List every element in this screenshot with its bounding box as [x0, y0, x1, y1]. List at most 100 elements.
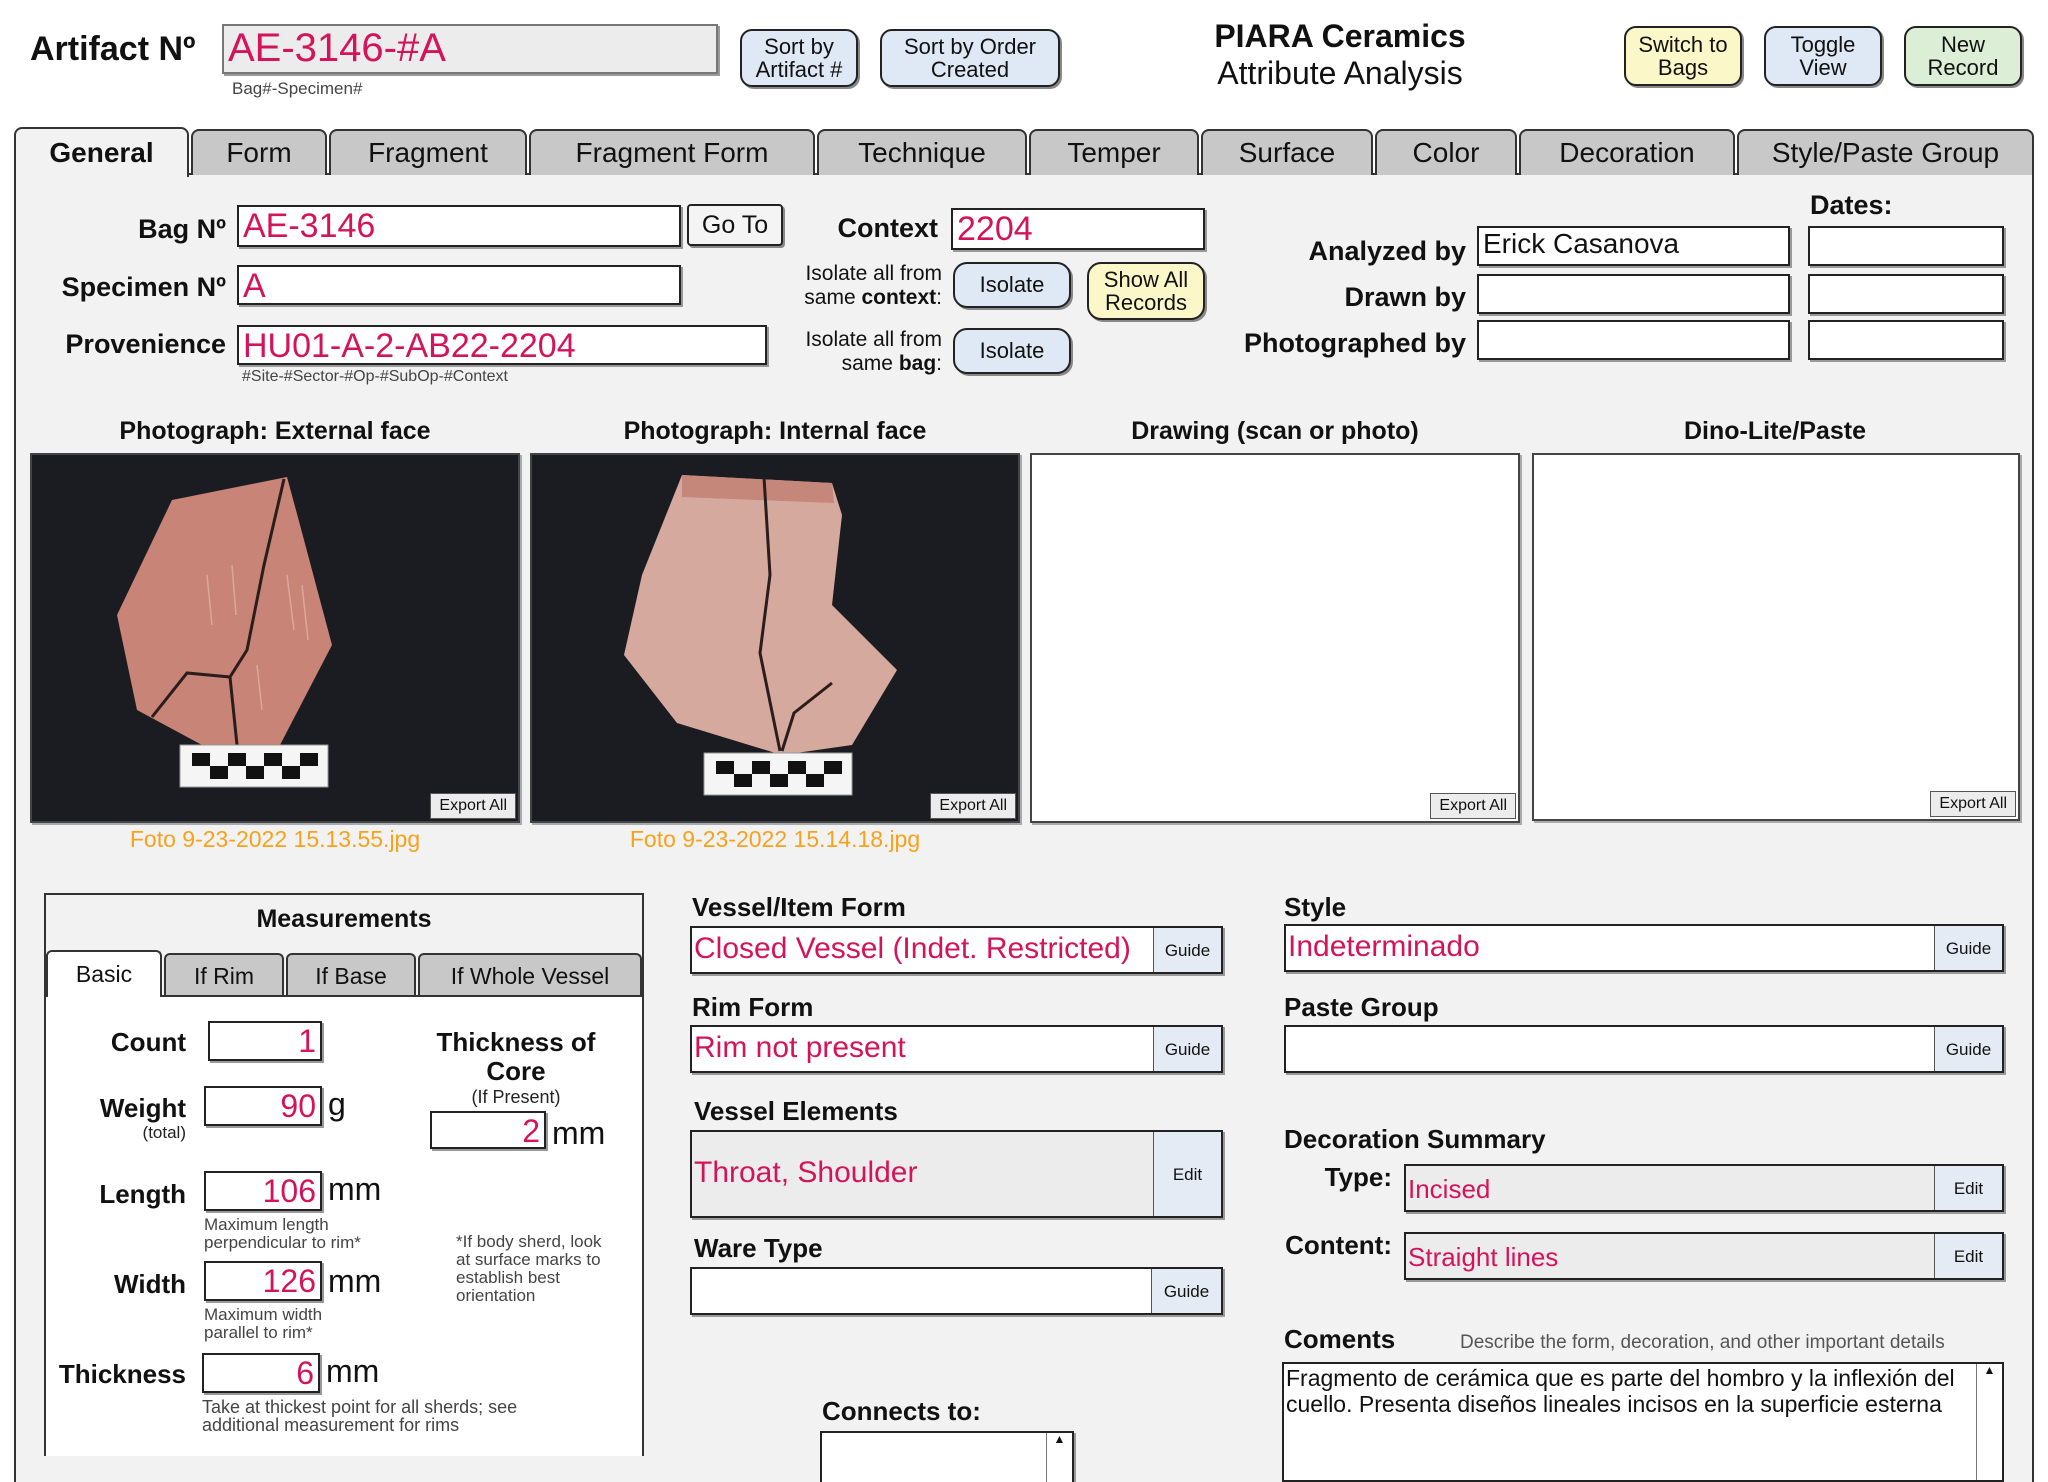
- measurements-title: Measurements: [256, 905, 432, 933]
- tab-technique[interactable]: Technique: [817, 129, 1027, 175]
- isolate-context-colon: :: [936, 285, 942, 309]
- length-hint-1: Maximum length: [204, 1215, 329, 1234]
- external-photo-filename: Foto 9-23-2022 15.13.55.jpg: [129, 826, 421, 852]
- decoration-content-field[interactable]: Straight lines Edit: [1404, 1232, 2004, 1280]
- vessel-form-value: Closed Vessel (Indet. Restricted): [694, 932, 1131, 965]
- isolate-bag-word: bag: [898, 351, 937, 375]
- tab-fragment[interactable]: Fragment: [329, 129, 527, 175]
- show-all-records-button[interactable]: Show All Records: [1087, 262, 1205, 320]
- width-field[interactable]: 126: [204, 1261, 322, 1301]
- artifact-hint: Bag#-Specimen#: [232, 79, 363, 98]
- isolate-context-word: context: [861, 285, 937, 309]
- decoration-type-label: Type:: [1324, 1162, 1392, 1192]
- ware-type-label: Ware Type: [694, 1233, 823, 1263]
- isolate-bag-same: same: [841, 351, 899, 375]
- vessel-elements-label: Vessel Elements: [694, 1096, 898, 1126]
- bag-number-field[interactable]: AE-3146: [237, 205, 681, 247]
- connects-scrollbar[interactable]: ▲: [1046, 1433, 1072, 1482]
- mtab-if-rim[interactable]: If Rim: [164, 953, 284, 997]
- scroll-up-icon[interactable]: ▲: [1984, 1363, 1996, 1377]
- decoration-type-edit-button[interactable]: Edit: [1934, 1166, 2002, 1210]
- rim-form-field[interactable]: Rim not present Guide: [690, 1025, 1223, 1073]
- rim-form-guide-button[interactable]: Guide: [1153, 1027, 1221, 1071]
- tab-decoration[interactable]: Decoration: [1519, 129, 1735, 175]
- length-label: Length: [99, 1179, 186, 1209]
- vessel-form-field[interactable]: Closed Vessel (Indet. Restricted) Guide: [690, 926, 1223, 974]
- rim-form-label: Rim Form: [692, 992, 814, 1022]
- photographed-by-field[interactable]: [1477, 320, 1790, 360]
- switch-to-bags-button[interactable]: Switch to Bags: [1624, 26, 1742, 86]
- analyzed-by-field[interactable]: Erick Casanova: [1477, 226, 1790, 266]
- thickness-field[interactable]: 6: [202, 1353, 320, 1393]
- export-internal-button[interactable]: Export All: [930, 793, 1016, 819]
- vessel-elements-edit-button[interactable]: Edit: [1153, 1132, 1221, 1216]
- weight-field[interactable]: 90: [204, 1086, 322, 1126]
- go-to-button[interactable]: Go To: [687, 204, 783, 246]
- ware-type-field[interactable]: Guide: [690, 1267, 1223, 1315]
- tab-form[interactable]: Form: [191, 129, 327, 175]
- tab-style-paste-group[interactable]: Style/Paste Group: [1737, 129, 2034, 175]
- vessel-elements-field[interactable]: Throat, Shoulder Edit: [690, 1130, 1223, 1218]
- mtab-if-whole-vessel[interactable]: If Whole Vessel: [418, 953, 642, 997]
- thickness-hint-2: additional measurement for rims: [202, 1415, 460, 1435]
- sort-by-artifact-button[interactable]: Sort by Artifact #: [740, 29, 858, 87]
- external-face-photo[interactable]: Export All: [30, 453, 520, 823]
- paste-group-label: Paste Group: [1284, 992, 1439, 1022]
- dino-lite-container[interactable]: Export All: [1532, 453, 2020, 821]
- orientation-note-1: *If body sherd, look: [456, 1232, 602, 1251]
- isolate-bag-button[interactable]: Isolate: [953, 328, 1071, 374]
- dates-label: Dates:: [1810, 190, 1893, 220]
- export-dino-lite-button[interactable]: Export All: [1930, 791, 2016, 817]
- connects-to-list[interactable]: ▲: [820, 1431, 1074, 1482]
- count-field[interactable]: 1: [208, 1021, 322, 1061]
- length-field[interactable]: 106: [204, 1171, 322, 1211]
- page-title: PIARA Ceramics Attribute Analysis: [1160, 18, 1520, 92]
- specimen-number-field[interactable]: A: [237, 265, 681, 305]
- export-external-button[interactable]: Export All: [430, 793, 516, 819]
- core-label: Thickness of Core (If Present): [416, 1027, 616, 1108]
- style-guide-button[interactable]: Guide: [1934, 926, 2002, 970]
- rim-form-value: Rim not present: [694, 1031, 906, 1064]
- internal-face-photo[interactable]: Export All: [530, 453, 1020, 823]
- specimen-label: Specimen Nº: [61, 272, 226, 302]
- vessel-form-guide-button[interactable]: Guide: [1153, 928, 1221, 972]
- mtab-if-base[interactable]: If Base: [286, 953, 416, 997]
- bag-label: Bag Nº: [138, 214, 226, 244]
- tab-temper[interactable]: Temper: [1029, 129, 1199, 175]
- tab-general[interactable]: General: [14, 127, 189, 177]
- style-value: Indeterminado: [1288, 930, 1480, 963]
- core-sub: (If Present): [471, 1087, 561, 1107]
- artifact-number-field[interactable]: AE-3146-#A: [222, 24, 718, 74]
- drawn-by-field[interactable]: [1477, 274, 1790, 314]
- mtab-basic[interactable]: Basic: [46, 950, 162, 997]
- drawn-date-field[interactable]: [1808, 274, 2004, 314]
- paste-group-guide-button[interactable]: Guide: [1934, 1027, 2002, 1071]
- ware-type-guide-button[interactable]: Guide: [1151, 1269, 1221, 1313]
- orientation-note: *If body sherd, look at surface marks to…: [456, 1233, 602, 1304]
- tab-fragment-form[interactable]: Fragment Form: [529, 129, 815, 175]
- tab-color[interactable]: Color: [1375, 129, 1517, 175]
- decoration-type-value: Incised: [1408, 1174, 1491, 1204]
- new-record-button[interactable]: New Record: [1904, 26, 2022, 86]
- photographed-date-field[interactable]: [1808, 320, 2004, 360]
- drawing-container[interactable]: Export All: [1030, 453, 1520, 823]
- decoration-content-edit-button[interactable]: Edit: [1934, 1234, 2002, 1278]
- export-drawing-button[interactable]: Export All: [1430, 793, 1516, 819]
- comments-scrollbar[interactable]: ▲: [1976, 1363, 2002, 1480]
- decoration-type-field[interactable]: Incised Edit: [1404, 1164, 2004, 1212]
- paste-group-field[interactable]: Guide: [1284, 1025, 2004, 1073]
- style-label: Style: [1284, 892, 1347, 922]
- isolate-context-button[interactable]: Isolate: [953, 262, 1071, 308]
- comments-textarea[interactable]: Fragmento de cerámica que es parte del h…: [1282, 1362, 2004, 1482]
- style-field[interactable]: Indeterminado Guide: [1284, 924, 2004, 972]
- provenience-field[interactable]: HU01-A-2-AB22-2204: [237, 325, 767, 365]
- core-thickness-field[interactable]: 2: [430, 1111, 546, 1149]
- tab-surface[interactable]: Surface: [1201, 129, 1373, 175]
- scroll-up-icon[interactable]: ▲: [1054, 1433, 1066, 1446]
- internal-sherd-image: [624, 475, 897, 796]
- length-hint-2: perpendicular to rim*: [204, 1233, 361, 1252]
- sort-by-order-button[interactable]: Sort by Order Created: [880, 29, 1060, 87]
- analyzed-date-field[interactable]: [1808, 226, 2004, 266]
- context-field[interactable]: 2204: [951, 208, 1205, 250]
- toggle-view-button[interactable]: Toggle View: [1764, 26, 1882, 86]
